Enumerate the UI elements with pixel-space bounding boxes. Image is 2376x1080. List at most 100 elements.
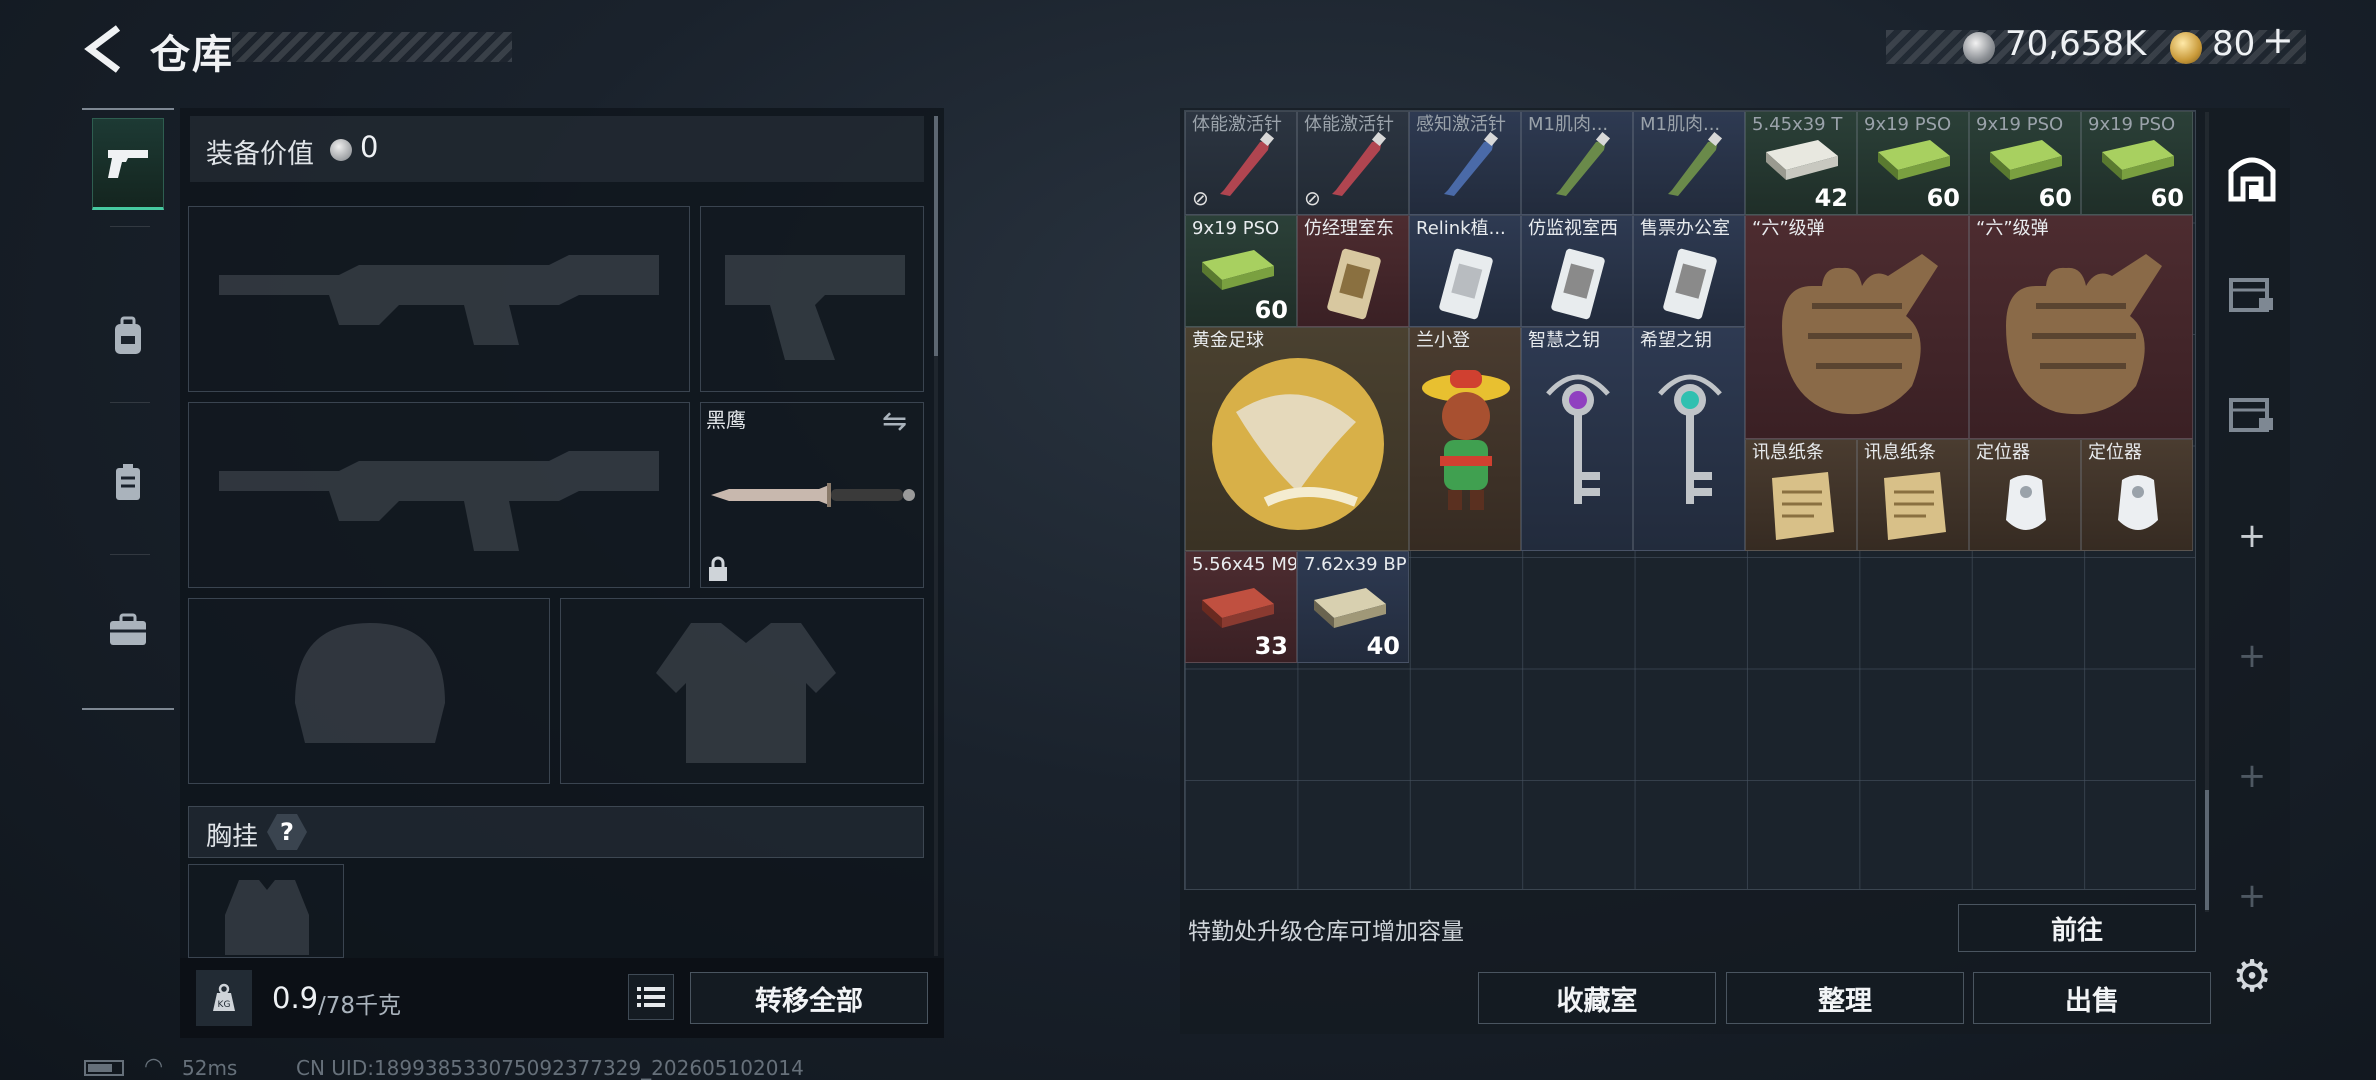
tracker-icon bbox=[2006, 475, 2046, 530]
storage-item-note[interactable]: 讯息纸条 bbox=[1857, 439, 1969, 551]
locked-storage-icon bbox=[2229, 398, 2273, 432]
storage-item-ammo[interactable]: 5.45x39 T 42 bbox=[1745, 111, 1857, 215]
storage-item-keycard[interactable]: Relink植... bbox=[1409, 215, 1521, 327]
keycard-icon bbox=[1551, 248, 1605, 320]
storage-item-collectible[interactable]: 兰小登 bbox=[1409, 327, 1521, 551]
storage-item-ammo[interactable]: 9x19 PSO 60 bbox=[1969, 111, 2081, 215]
item-name: 仿经理室东 bbox=[1304, 218, 1394, 239]
page-title: 仓库 bbox=[150, 32, 234, 78]
item-name: 售票办公室 bbox=[1640, 218, 1730, 239]
svg-text:KG: KG bbox=[218, 1000, 231, 1010]
storage-item-collectible[interactable]: “六”级弹 bbox=[1745, 215, 1969, 439]
swap-icon[interactable]: ⇋ bbox=[882, 404, 907, 439]
storage-item-ammo[interactable]: 7.62x39 BP 40 bbox=[1297, 551, 1409, 663]
sell-button[interactable]: 出售 bbox=[1973, 972, 2211, 1024]
item-name: 9x19 PSO bbox=[1192, 218, 1280, 239]
chest-rig-slot[interactable] bbox=[188, 864, 344, 958]
storage-item-ammo[interactable]: 5.56x45 M995 33 bbox=[1185, 551, 1297, 663]
storage-item-key[interactable]: 希望之钥 bbox=[1633, 327, 1745, 551]
storage-page-3[interactable] bbox=[2216, 374, 2288, 454]
item-name: 5.56x45 M995 bbox=[1192, 554, 1297, 575]
equipment-scrollbar-thumb[interactable] bbox=[934, 116, 938, 356]
storage-item-ammo[interactable]: 9x19 PSO 60 bbox=[2081, 111, 2193, 215]
keycard-icon bbox=[1663, 248, 1717, 320]
add-storage-button[interactable]: + bbox=[2228, 632, 2276, 680]
storage-item-stim[interactable]: M1肌肉... bbox=[1633, 111, 1745, 215]
nav-divider bbox=[110, 402, 150, 403]
add-storage-button[interactable]: + bbox=[2228, 872, 2276, 920]
storage-item-key[interactable]: 智慧之钥 bbox=[1521, 327, 1633, 551]
helmet-slot[interactable] bbox=[188, 598, 550, 784]
storage-grid[interactable]: 体能激活针 ⊘ 体能激活针 ⊘ 感知激活针 M1肌肉... M1肌肉... 5.… bbox=[1184, 110, 2196, 890]
armor-silhouette-icon bbox=[656, 623, 836, 763]
storage-item-ammo[interactable]: 9x19 PSO 60 bbox=[1857, 111, 1969, 215]
storage-item-keycard[interactable]: 仿监视室西 bbox=[1521, 215, 1633, 327]
item-name: 仿监视室西 bbox=[1528, 218, 1618, 239]
storage-item-collectible[interactable]: “六”级弹 bbox=[1969, 215, 2193, 439]
storage-item-stim[interactable]: 体能激活针 ⊘ bbox=[1185, 111, 1297, 215]
add-currency-button[interactable]: + bbox=[2262, 18, 2294, 62]
storage-page-2[interactable] bbox=[2216, 254, 2288, 334]
storage-item-tracker[interactable]: 定位器 bbox=[1969, 439, 2081, 551]
list-view-button[interactable] bbox=[628, 974, 674, 1020]
list-icon bbox=[637, 987, 665, 1007]
storage-page-1[interactable] bbox=[2216, 138, 2288, 218]
item-name: 9x19 PSO bbox=[2088, 114, 2176, 135]
tab-case[interactable] bbox=[92, 436, 164, 528]
item-name: 讯息纸条 bbox=[1864, 442, 1936, 463]
collection-room-button[interactable]: 收藏室 bbox=[1478, 972, 1716, 1024]
item-name: 智慧之钥 bbox=[1528, 330, 1600, 351]
nav-bottom-divider bbox=[82, 708, 174, 710]
item-name: 讯息纸条 bbox=[1752, 442, 1824, 463]
currency-gold-value: 80 bbox=[2212, 24, 2256, 64]
keycard-icon bbox=[1327, 248, 1381, 320]
lock-icon bbox=[707, 556, 729, 589]
syringe-icon bbox=[1220, 131, 1275, 196]
hand-sculpture-icon bbox=[2006, 254, 2162, 415]
settings-gear-icon[interactable]: ⚙ bbox=[2226, 950, 2278, 1002]
note-icon bbox=[1884, 472, 1946, 540]
storage-item-ammo[interactable]: 9x19 PSO 60 bbox=[1185, 215, 1297, 327]
rifle-silhouette-icon bbox=[219, 451, 659, 551]
tab-weapons[interactable] bbox=[92, 118, 164, 210]
storage-item-note[interactable]: 讯息纸条 bbox=[1745, 439, 1857, 551]
item-name: Relink植... bbox=[1416, 218, 1506, 239]
item-name: 定位器 bbox=[2088, 442, 2142, 463]
storage-item-stim[interactable]: M1肌肉... bbox=[1521, 111, 1633, 215]
storage-item-collectible[interactable]: 黄金足球 bbox=[1185, 327, 1409, 551]
item-count: 60 bbox=[1926, 184, 1960, 212]
storage-item-stim[interactable]: 感知激活针 bbox=[1409, 111, 1521, 215]
syringe-icon bbox=[1444, 131, 1499, 196]
add-storage-button[interactable]: + bbox=[2228, 512, 2276, 560]
uid-text: CN UID:1899385330750923773​29_2026051020… bbox=[296, 1056, 804, 1080]
secondary-weapon-slot[interactable] bbox=[188, 402, 690, 588]
storage-scrollbar-thumb[interactable] bbox=[2205, 790, 2209, 910]
storage-item-keycard[interactable]: 仿经理室东 bbox=[1297, 215, 1409, 327]
tab-toolbox[interactable] bbox=[92, 584, 164, 676]
ammo-box-icon bbox=[1878, 140, 1950, 180]
sort-button[interactable]: 整理 bbox=[1726, 972, 1964, 1024]
nav-divider bbox=[110, 554, 150, 555]
back-button[interactable] bbox=[82, 24, 124, 74]
goto-button[interactable]: 前往 bbox=[1958, 904, 2196, 952]
wifi-icon: ◠ bbox=[144, 1054, 164, 1079]
add-storage-button[interactable]: + bbox=[2228, 752, 2276, 800]
primary-weapon-slot[interactable] bbox=[188, 206, 690, 392]
nav-top-divider bbox=[82, 108, 174, 110]
chest-rig-label: 胸挂 bbox=[206, 822, 259, 852]
vest-silhouette-icon bbox=[225, 880, 309, 955]
item-count: 60 bbox=[1254, 296, 1288, 324]
transfer-all-button[interactable]: 转移全部 bbox=[690, 972, 928, 1024]
tab-backpack[interactable] bbox=[92, 290, 164, 382]
pistol-silhouette-icon bbox=[725, 255, 905, 360]
item-name: “六”级弹 bbox=[1752, 218, 1825, 239]
equipment-value-label: 装备价值 bbox=[206, 139, 314, 170]
storage-item-stim[interactable]: 体能激活针 ⊘ bbox=[1297, 111, 1409, 215]
storage-item-tracker[interactable]: 定位器 bbox=[2081, 439, 2193, 551]
syringe-icon bbox=[1556, 131, 1611, 196]
storage-item-keycard[interactable]: 售票办公室 bbox=[1633, 215, 1745, 327]
armor-slot[interactable] bbox=[560, 598, 924, 784]
pistol-slot[interactable] bbox=[700, 206, 924, 392]
silver-coin-icon bbox=[1963, 32, 1995, 64]
currency-silver-value: 70,658K bbox=[2005, 24, 2147, 64]
